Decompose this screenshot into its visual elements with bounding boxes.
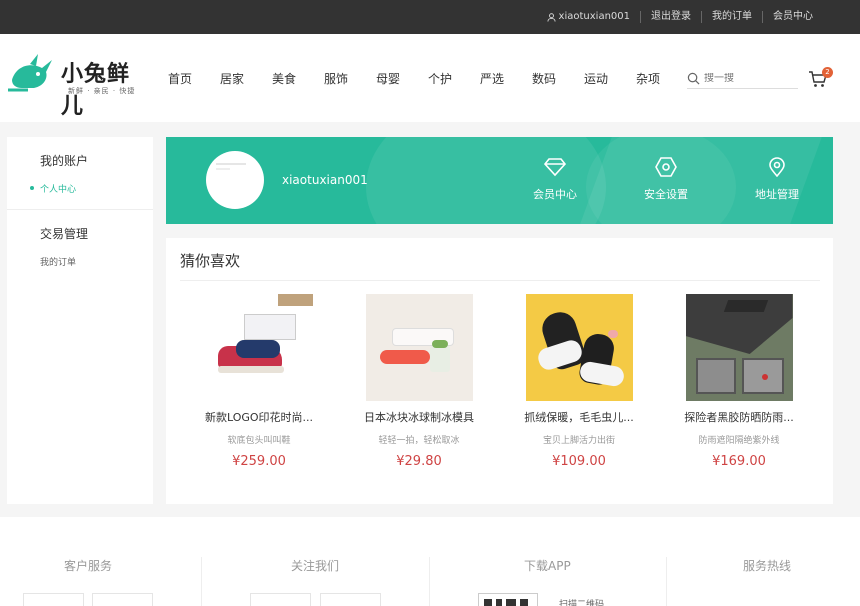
user-banner: xiaotuxian001 会员中心 安全设置 地址管理 <box>166 137 833 224</box>
account-sidebar: 我的账户 个人中心 交易管理 我的订单 <box>7 137 153 504</box>
banner-address-label: 地址管理 <box>755 188 799 201</box>
logo[interactable]: 小兔鲜儿 新鲜 · 亲民 · 快捷 <box>8 50 140 119</box>
my-orders-link[interactable]: 我的订单 <box>701 11 762 23</box>
product-name[interactable]: 探险者黑胶防晒防雨... <box>664 409 814 425</box>
logo-slogan: 新鲜 · 亲民 · 快捷 <box>68 87 136 95</box>
rabbit-logo-icon <box>8 54 52 92</box>
banner-member-center[interactable]: 会员中心 <box>525 157 585 202</box>
product-card[interactable]: 抓绒保暖，毛毛虫儿... 宝贝上脚活力出街 ¥109.00 <box>504 294 654 469</box>
banner-username: xiaotuxian001 <box>282 173 368 187</box>
sidebar-divider <box>7 209 153 210</box>
product-price: ¥29.80 <box>396 454 442 469</box>
product-card[interactable]: 探险者黑胶防晒防雨... 防雨遮阳隔绝紫外线 ¥169.00 <box>664 294 814 469</box>
nav-item-sports[interactable]: 运动 <box>584 70 636 87</box>
user-link-label: xiaotuxian001 <box>558 11 630 22</box>
nav-item-home-living[interactable]: 居家 <box>220 70 272 87</box>
search-box <box>687 69 798 89</box>
avatar[interactable] <box>206 151 264 209</box>
product-image-ice-mold[interactable] <box>365 294 473 401</box>
site-footer: 客户服务 关注我们 下载APP 服务热线 扫描二维码 <box>0 517 860 606</box>
qr-scan-label: 扫描二维码 <box>559 600 605 606</box>
banner-security[interactable]: 安全设置 <box>636 157 696 202</box>
product-card[interactable]: 新款LOGO印花时尚... 软底包头叫叫鞋 ¥259.00 <box>184 294 334 469</box>
product-image-fleece-shoe[interactable] <box>525 294 633 401</box>
user-link[interactable]: xiaotuxian001 <box>537 11 640 23</box>
top-links: xiaotuxian001 退出登录 我的订单 会员中心 <box>537 0 823 34</box>
product-desc: 防雨遮阳隔绝紫外线 <box>698 436 780 446</box>
nav-item-home[interactable]: 首页 <box>168 70 220 87</box>
product-desc: 软底包头叫叫鞋 <box>227 436 291 446</box>
location-pin-icon <box>769 157 785 177</box>
nav-item-misc[interactable]: 杂项 <box>636 70 688 87</box>
product-desc: 宝贝上脚活力出街 <box>542 436 615 446</box>
diamond-icon <box>544 158 566 177</box>
footer-service-button[interactable] <box>92 593 153 606</box>
nav-item-clothing[interactable]: 服饰 <box>324 70 376 87</box>
banner-security-label: 安全设置 <box>644 188 688 201</box>
site-header: 小兔鲜儿 新鲜 · 亲民 · 快捷 首页 居家 美食 服饰 母婴 个护 严选 数… <box>0 34 860 122</box>
logout-link[interactable]: 退出登录 <box>640 11 701 23</box>
product-name[interactable]: 抓绒保暖，毛毛虫儿... <box>504 409 654 425</box>
sidebar-group-trade: 交易管理 我的订单 <box>7 225 153 268</box>
product-name[interactable]: 日本冰块冰球制冰模具 <box>344 409 494 425</box>
cart-count-badge: 2 <box>822 67 833 78</box>
nav-item-care[interactable]: 个护 <box>428 70 480 87</box>
recommend-title: 猜你喜欢 <box>180 252 241 270</box>
recommend-panel: 猜你喜欢 新款LOGO印花时尚... 软底包头叫叫鞋 ¥259.00 日本冰块冰… <box>166 238 833 504</box>
nav-item-baby[interactable]: 母婴 <box>376 70 428 87</box>
banner-member-center-label: 会员中心 <box>533 188 577 201</box>
product-card[interactable]: 日本冰块冰球制冰模具 轻轻一拍，轻松取冰 ¥29.80 <box>344 294 494 469</box>
top-bar: xiaotuxian001 退出登录 我的订单 会员中心 <box>0 0 860 34</box>
product-name[interactable]: 新款LOGO印花时尚... <box>184 409 334 425</box>
product-desc: 轻轻一拍，轻松取冰 <box>378 436 460 446</box>
member-center-link[interactable]: 会员中心 <box>762 11 823 23</box>
footer-customer-service: 客户服务 <box>64 559 113 573</box>
product-price: ¥109.00 <box>552 454 606 469</box>
sidebar-item-profile[interactable]: 个人中心 <box>30 182 153 195</box>
footer-service-button[interactable] <box>23 593 84 606</box>
product-price: ¥169.00 <box>712 454 766 469</box>
shield-settings-icon <box>655 157 677 177</box>
main-nav: 首页 居家 美食 服饰 母婴 个护 严选 数码 运动 杂项 <box>168 34 688 122</box>
footer-hotline: 服务热线 <box>743 559 792 573</box>
footer-download-app: 下载APP <box>524 559 571 573</box>
footer-follow-button[interactable] <box>250 593 311 606</box>
nav-item-food[interactable]: 美食 <box>272 70 324 87</box>
search-input[interactable] <box>704 73 794 84</box>
product-image-umbrella[interactable] <box>685 294 793 401</box>
qr-code-icon <box>484 599 528 606</box>
nav-item-select[interactable]: 严选 <box>480 70 532 87</box>
sidebar-group-account: 我的账户 个人中心 <box>7 152 153 195</box>
footer-follow-us: 关注我们 <box>291 559 340 573</box>
user-icon <box>546 12 556 22</box>
search-icon[interactable] <box>687 72 700 85</box>
sidebar-title-account: 我的账户 <box>40 154 89 168</box>
nav-item-digital[interactable]: 数码 <box>532 70 584 87</box>
footer-follow-button[interactable] <box>320 593 381 606</box>
sidebar-title-trade: 交易管理 <box>40 227 89 241</box>
banner-address[interactable]: 地址管理 <box>747 157 807 202</box>
sidebar-item-orders[interactable]: 我的订单 <box>40 255 153 268</box>
product-price: ¥259.00 <box>232 454 286 469</box>
app-qr-code <box>478 593 538 606</box>
recommend-divider <box>180 280 820 281</box>
product-image-kids-shoe[interactable] <box>205 294 313 401</box>
